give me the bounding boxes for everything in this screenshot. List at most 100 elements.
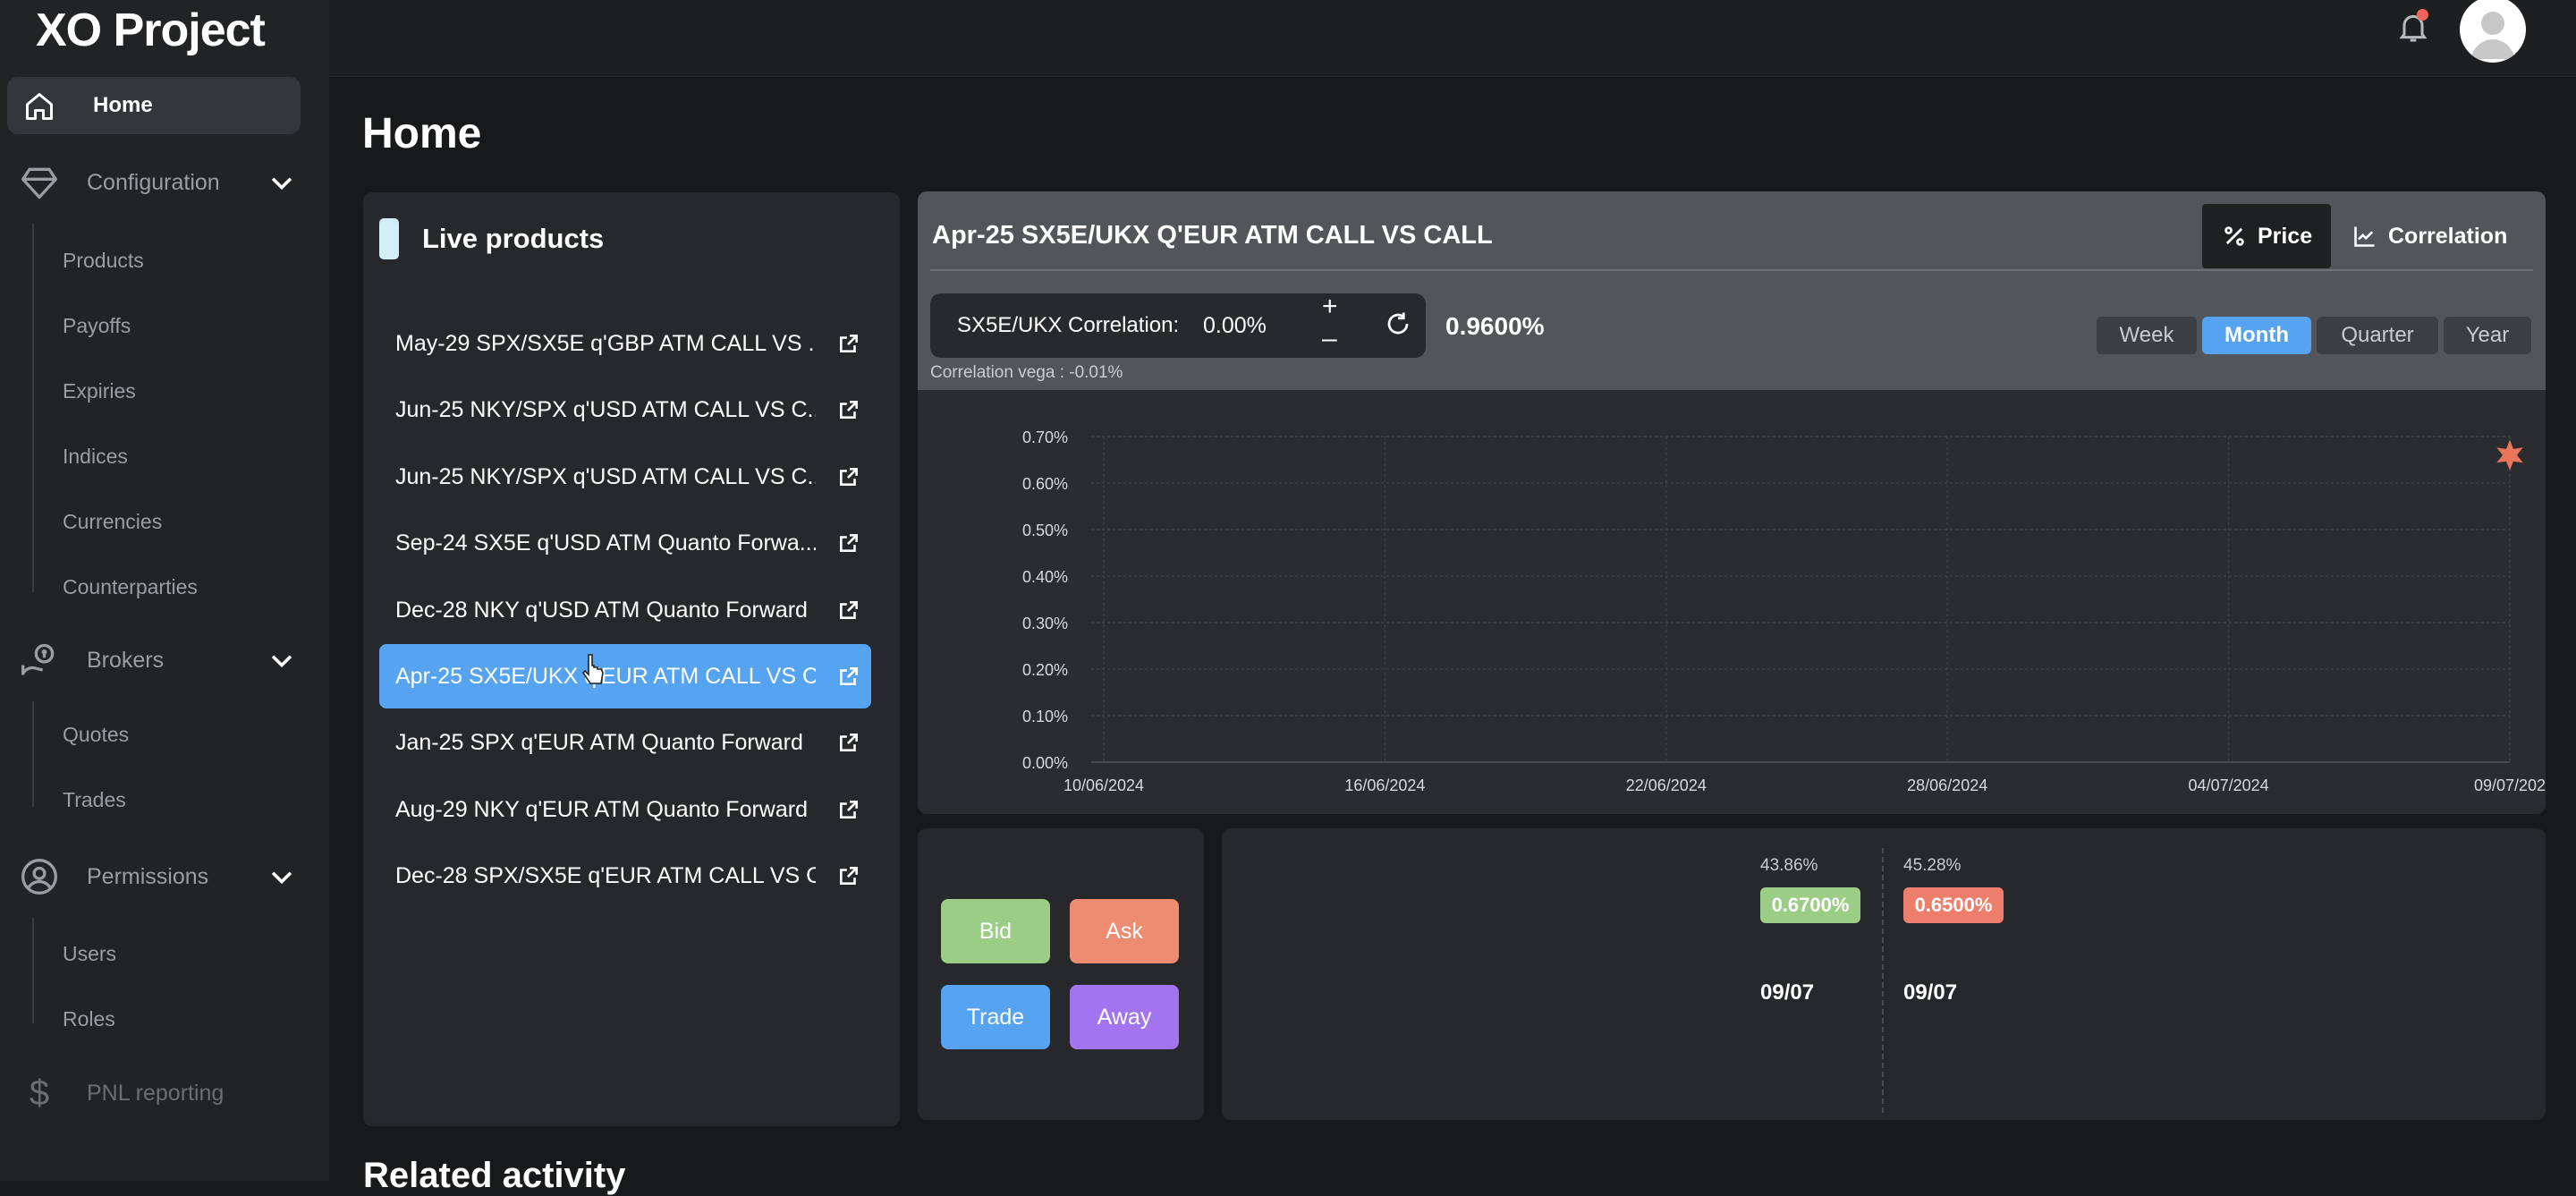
external-link-icon[interactable] <box>837 465 860 488</box>
external-link-icon[interactable] <box>837 798 860 821</box>
y-tick-label: 0.40% <box>1022 568 1068 586</box>
product-label: Aug-29 NKY q'EUR ATM Quanto Forward <box>395 796 808 822</box>
period-year[interactable]: Year <box>2444 317 2531 354</box>
external-link-icon[interactable] <box>837 332 860 355</box>
chevron-down-icon[interactable] <box>267 861 297 892</box>
percent-icon <box>2224 226 2244 246</box>
period-week[interactable]: Week <box>2097 317 2197 354</box>
x-tick-label: 16/06/2024 <box>1344 776 1425 794</box>
sidebar-item-currencies[interactable]: Currencies <box>63 510 162 534</box>
section-marker <box>379 218 399 259</box>
tab-price[interactable]: Price <box>2202 204 2331 268</box>
sidebar-section-permissions[interactable]: Permissions <box>0 850 329 903</box>
product-label: May-29 SPX/SX5E q'GBP ATM CALL VS ... <box>395 330 816 356</box>
external-link-icon[interactable] <box>837 531 860 555</box>
ask-quote-date: 09/07 <box>1903 980 1958 1005</box>
product-list-item[interactable]: Jan-25 SPX q'EUR ATM Quanto Forward <box>379 710 871 775</box>
product-list-item[interactable]: Dec-28 NKY q'USD ATM Quanto Forward <box>379 578 871 642</box>
chevron-down-icon[interactable] <box>267 645 297 675</box>
period-quarter[interactable]: Quarter <box>2317 317 2438 354</box>
broker-icon <box>21 643 55 675</box>
subtree-line <box>32 918 34 1023</box>
product-list-item[interactable]: Sep-24 SX5E q'USD ATM Quanto Forwa... <box>379 511 871 575</box>
home-icon <box>26 93 53 120</box>
product-list-item[interactable]: Dec-28 SPX/SX5E q'EUR ATM CALL VS C... <box>379 844 871 908</box>
trade-button[interactable]: Trade <box>941 985 1050 1049</box>
sidebar-item-home[interactable]: Home <box>7 77 301 134</box>
sidebar-item-quotes[interactable]: Quotes <box>63 723 129 747</box>
correlation-vega: Correlation vega : -0.01% <box>930 363 1123 382</box>
subtree-line <box>32 701 34 807</box>
sidebar-item-counterparties[interactable]: Counterparties <box>63 575 198 599</box>
external-link-icon[interactable] <box>837 398 860 421</box>
ask-quote-badge[interactable]: 0.6500% <box>1903 887 2004 923</box>
sidebar-section-label: Permissions <box>87 863 209 889</box>
subtree-line <box>32 224 34 592</box>
sidebar-item-expiries[interactable]: Expiries <box>63 379 136 403</box>
related-activity-title: Related activity <box>363 1156 626 1195</box>
tab-label: Correlation <box>2388 223 2508 249</box>
user-circle-icon <box>21 859 57 895</box>
sidebar-item-trades[interactable]: Trades <box>63 788 126 812</box>
product-label: Jun-25 NKY/SPX q'USD ATM CALL VS C... <box>395 463 816 489</box>
external-link-icon[interactable] <box>837 864 860 887</box>
x-tick-label: 04/07/2024 <box>2189 776 2269 794</box>
sidebar-item-indices[interactable]: Indices <box>63 445 128 469</box>
sidebar-item-label: PNL reporting <box>87 1080 225 1106</box>
correlation-input[interactable]: 0.00% <box>1203 313 1267 339</box>
sidebar: XO Project Home Configuration Products P… <box>0 0 329 1181</box>
data-point-star <box>2496 439 2523 471</box>
sidebar-section-brokers[interactable]: Brokers <box>0 633 329 687</box>
product-label: Dec-28 NKY q'USD ATM Quanto Forward <box>395 597 808 623</box>
external-link-icon[interactable] <box>837 665 860 688</box>
correlation-result: 0.9600% <box>1445 312 1545 340</box>
tab-correlation[interactable]: Correlation <box>2352 204 2540 268</box>
product-list-item[interactable]: Apr-25 SX5E/UKX q'EUR ATM CALL VS C... <box>379 644 871 708</box>
sidebar-item-roles[interactable]: Roles <box>63 1007 115 1031</box>
y-tick-label: 0.70% <box>1022 428 1068 446</box>
bid-button[interactable]: Bid <box>941 899 1050 963</box>
bid-percentage: 43.86% <box>1760 856 1818 875</box>
y-tick-label: 0.60% <box>1022 475 1068 493</box>
product-list-item[interactable]: Aug-29 NKY q'EUR ATM Quanto Forward <box>379 777 871 842</box>
sidebar-section-label: Configuration <box>87 169 220 195</box>
refresh-icon[interactable] <box>1385 310 1411 337</box>
external-link-icon[interactable] <box>837 598 860 622</box>
away-button[interactable]: Away <box>1070 985 1179 1049</box>
tab-label: Price <box>2258 223 2313 249</box>
sidebar-item-users[interactable]: Users <box>63 942 116 966</box>
sidebar-item-label: Home <box>93 93 153 117</box>
bid-quote-date: 09/07 <box>1760 980 1815 1005</box>
x-tick-label: 28/06/2024 <box>1907 776 1987 794</box>
period-month[interactable]: Month <box>2202 317 2311 354</box>
divider <box>930 269 2533 271</box>
product-detail-title: Apr-25 SX5E/UKX Q'EUR ATM CALL VS CALL <box>932 221 1493 250</box>
quotes-panel <box>1222 828 2546 1120</box>
sidebar-item-pnl-reporting[interactable]: $ PNL reporting <box>0 1066 329 1120</box>
correlation-label: SX5E/UKX Correlation: <box>957 313 1180 337</box>
live-products-title: Live products <box>422 223 605 254</box>
product-list-item[interactable]: Jun-25 NKY/SPX q'USD ATM CALL VS C... <box>379 445 871 509</box>
product-list-item[interactable]: May-29 SPX/SX5E q'GBP ATM CALL VS ... <box>379 311 871 376</box>
page-title: Home <box>362 110 482 157</box>
product-label: Dec-28 SPX/SX5E q'EUR ATM CALL VS C... <box>395 862 816 888</box>
line-chart-icon <box>2354 226 2375 247</box>
bid-quote-badge[interactable]: 0.6700% <box>1760 887 1860 923</box>
ask-percentage: 45.28% <box>1903 856 1962 875</box>
sidebar-section-label: Brokers <box>87 647 165 673</box>
product-label: Jun-25 NKY/SPX q'USD ATM CALL VS C... <box>395 396 816 422</box>
chevron-down-icon[interactable] <box>267 167 297 198</box>
ask-button[interactable]: Ask <box>1070 899 1179 963</box>
y-tick-label: 0.50% <box>1022 522 1068 539</box>
sidebar-section-configuration[interactable]: Configuration <box>0 156 329 209</box>
external-link-icon[interactable] <box>837 731 860 754</box>
product-list-item[interactable]: Jun-25 NKY/SPX q'USD ATM CALL VS C... <box>379 377 871 442</box>
y-tick-label: 0.20% <box>1022 661 1068 679</box>
decrement-button[interactable]: – <box>1322 324 1337 354</box>
sidebar-item-products[interactable]: Products <box>63 249 144 273</box>
app-logo: XO Project <box>36 4 266 56</box>
increment-button[interactable]: + <box>1322 292 1338 322</box>
quote-divider <box>1882 848 1884 1113</box>
x-tick-label: 22/06/2024 <box>1626 776 1707 794</box>
sidebar-item-payoffs[interactable]: Payoffs <box>63 314 131 338</box>
